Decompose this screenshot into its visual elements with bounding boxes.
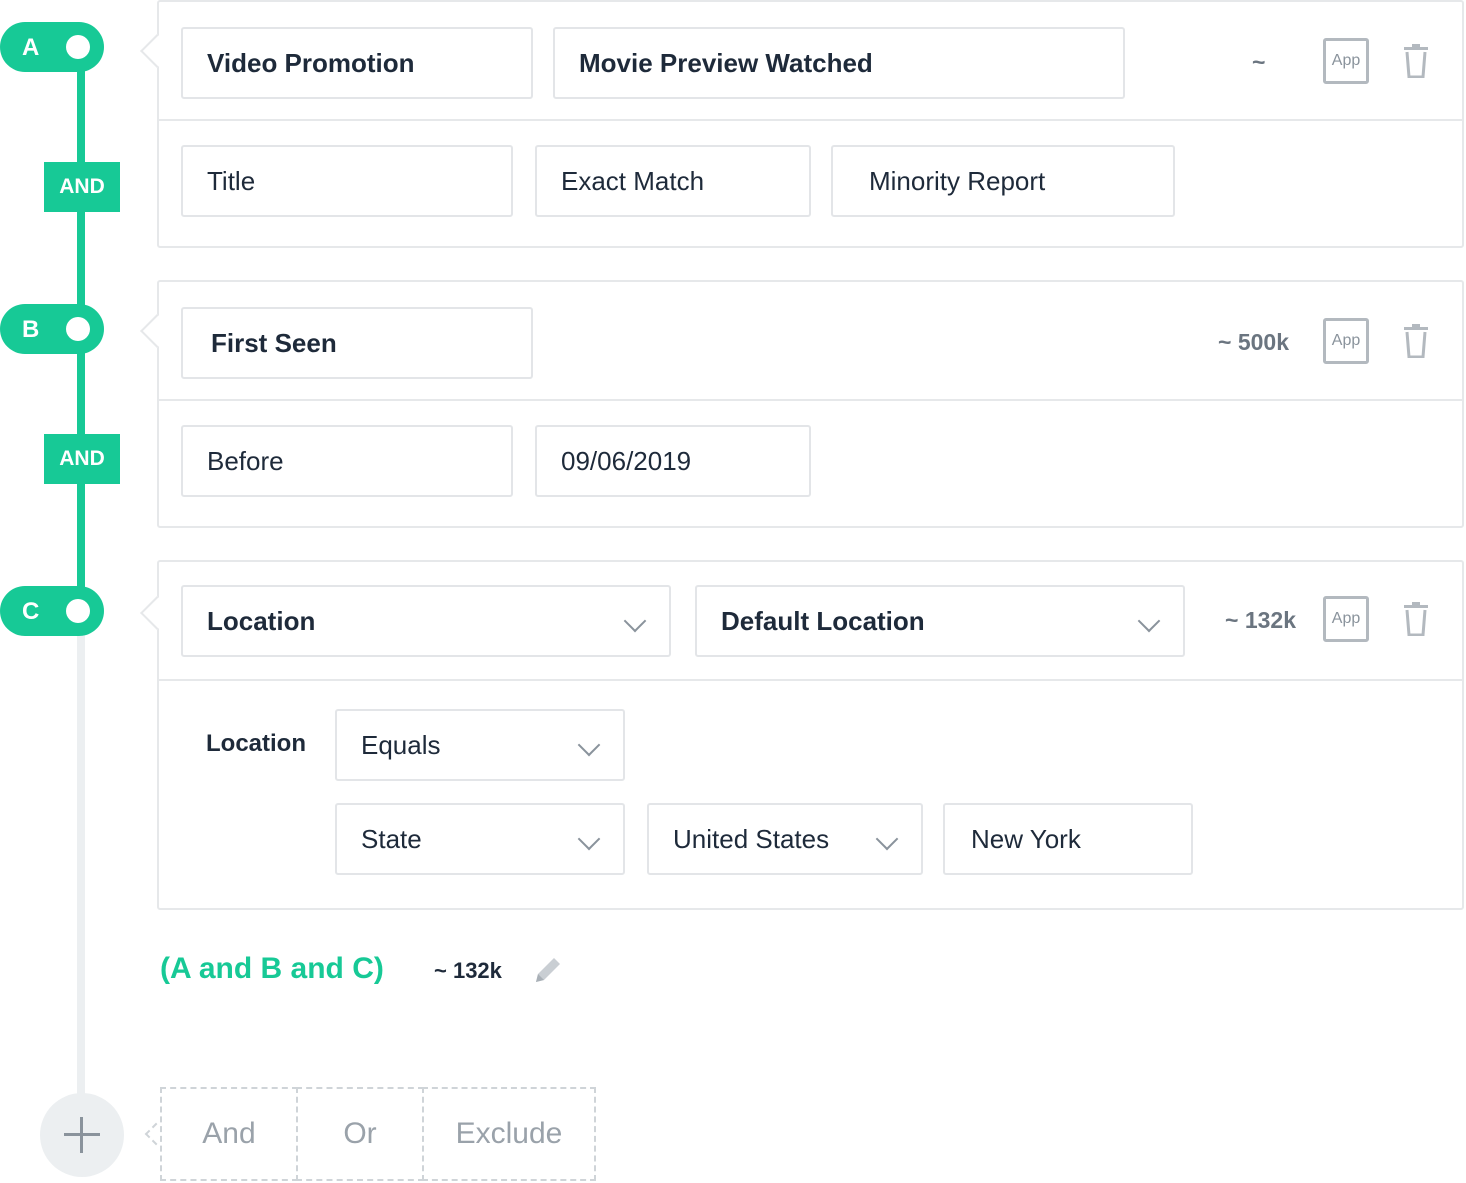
event-select-value: Location — [207, 606, 316, 636]
level-select-value: State — [361, 824, 422, 854]
filter-card-c: Location Default Location ~ 132k App Loc… — [140, 560, 1464, 910]
trash-icon[interactable] — [1402, 324, 1430, 358]
filter-card-b: First Seen ~ 500k App Before 09/06/2019 — [140, 280, 1464, 528]
option-exclude[interactable]: Exclude — [422, 1087, 596, 1181]
marker-letter: B — [22, 316, 40, 343]
connector-and[interactable]: AND — [44, 434, 120, 484]
option-and[interactable]: And — [160, 1087, 298, 1181]
marker-b[interactable]: B — [0, 304, 104, 354]
level-select[interactable]: State — [335, 803, 625, 875]
chevron-down-icon — [577, 733, 601, 757]
date-field[interactable]: 09/06/2019 — [535, 425, 811, 497]
event-detail-value: Default Location — [721, 606, 925, 636]
card-notch — [140, 314, 174, 348]
property-field[interactable]: Title — [181, 145, 513, 217]
card-divider — [159, 679, 1462, 681]
event-select[interactable]: Location — [181, 585, 671, 657]
timeline-rail-inactive — [77, 612, 85, 1094]
count-label: ~ 500k — [1218, 329, 1289, 355]
pencil-icon[interactable] — [532, 954, 564, 986]
country-select-value: United States — [673, 824, 830, 854]
chevron-down-icon — [623, 609, 647, 633]
marker-c[interactable]: C — [0, 586, 104, 636]
condition-label: Location — [206, 730, 306, 757]
connector-and[interactable]: AND — [44, 162, 120, 212]
option-or[interactable]: Or — [296, 1087, 424, 1181]
marker-knob — [66, 317, 90, 341]
marker-letter: C — [22, 598, 40, 625]
trash-icon[interactable] — [1402, 44, 1430, 78]
app-button[interactable]: App — [1323, 318, 1369, 364]
app-button[interactable]: App — [1323, 596, 1369, 642]
value-field[interactable]: New York — [943, 803, 1193, 875]
chevron-down-icon — [1137, 609, 1161, 633]
trash-icon[interactable] — [1402, 602, 1430, 636]
value-field[interactable]: Minority Report — [831, 145, 1175, 217]
marker-letter: A — [22, 34, 40, 61]
app-button[interactable]: App — [1323, 38, 1369, 84]
filter-card-a: Video Promotion Movie Preview Watched ~ … — [140, 0, 1464, 248]
event-detail-select[interactable]: Default Location — [695, 585, 1185, 657]
add-filter-button[interactable] — [40, 1093, 124, 1177]
card-divider — [159, 399, 1462, 401]
chevron-down-icon — [577, 827, 601, 851]
marker-knob — [66, 35, 90, 59]
operator-select[interactable]: Equals — [335, 709, 625, 781]
operator-field[interactable]: Exact Match — [535, 145, 811, 217]
country-select[interactable]: United States — [647, 803, 923, 875]
logic-expression: (A and B and C) — [160, 952, 384, 985]
card-divider — [159, 119, 1462, 121]
chevron-down-icon — [875, 827, 899, 851]
marker-a[interactable]: A — [0, 22, 104, 72]
event-field[interactable]: Movie Preview Watched — [553, 27, 1125, 99]
card-notch — [140, 596, 174, 630]
event-field[interactable]: First Seen — [181, 307, 533, 379]
operator-field[interactable]: Before — [181, 425, 513, 497]
card-notch — [140, 34, 174, 68]
count-label: ~ — [1252, 49, 1266, 75]
count-label: ~ 132k — [1225, 607, 1296, 633]
summary-count: ~ 132k — [434, 958, 502, 983]
operator-select-value: Equals — [361, 730, 441, 760]
marker-knob — [66, 599, 90, 623]
plus-icon-stem — [80, 1117, 83, 1153]
event-group-field[interactable]: Video Promotion — [181, 27, 533, 99]
